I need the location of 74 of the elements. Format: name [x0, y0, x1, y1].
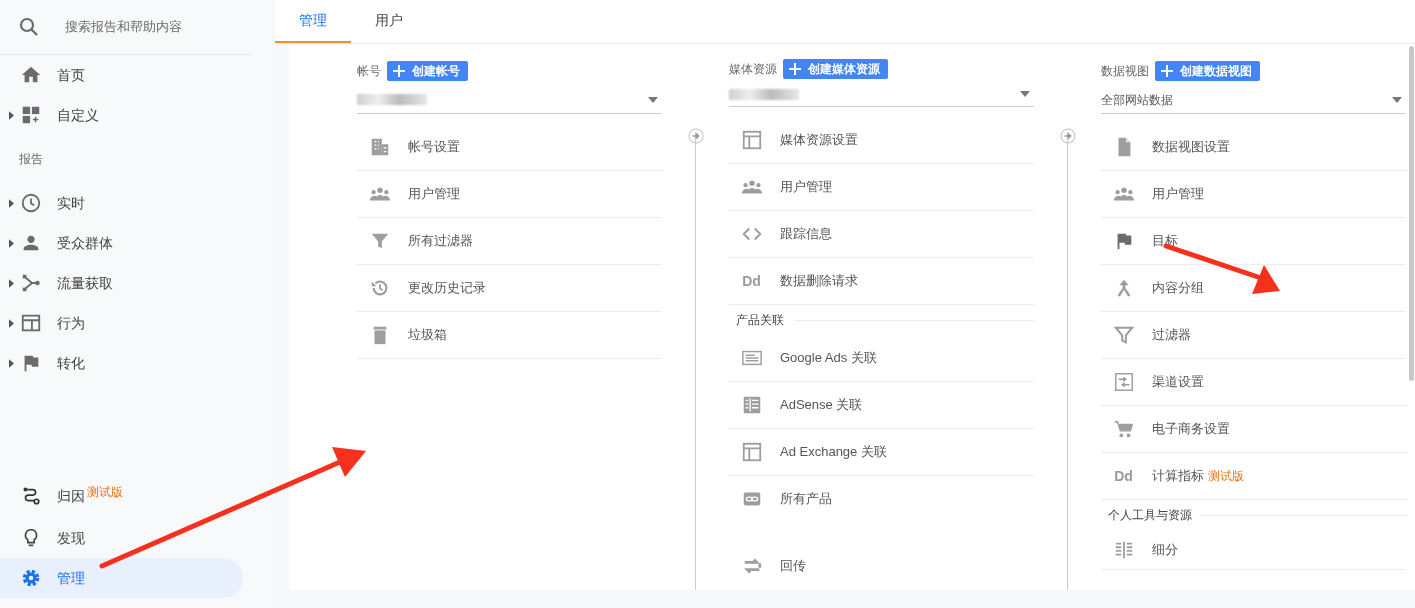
cart-icon — [1112, 418, 1135, 440]
window-icon — [20, 312, 42, 334]
settings-item[interactable]: Dd 计算指标 测试版 — [1101, 453, 1406, 500]
nav-item[interactable]: 实时 — [0, 183, 243, 223]
settings-item[interactable]: 用户管理 — [729, 164, 1034, 211]
settings-item[interactable]: 跟踪信息 — [729, 211, 1034, 258]
channel-icon — [1112, 371, 1135, 393]
arrow-circle-icon — [687, 128, 704, 144]
data-icon-text: Dd — [1114, 466, 1133, 486]
expand-arrow-icon[interactable] — [8, 238, 14, 248]
data-icon-text: Dd — [742, 271, 761, 291]
caret-icon — [1392, 96, 1402, 103]
route-icon — [20, 485, 42, 507]
expand-arrow-icon[interactable] — [8, 278, 14, 288]
search-field[interactable]: 搜索报告和帮助内容 — [63, 16, 243, 38]
settings-item[interactable]: 渠道设置 — [1101, 359, 1406, 406]
beta-label: 测试版 — [87, 484, 123, 501]
arrow-circle-icon — [1059, 128, 1076, 144]
settings-item[interactable]: 所有产品 — [729, 476, 1034, 523]
tab[interactable]: 用户 — [351, 0, 427, 43]
create-button[interactable]: 创建帐号 — [387, 61, 468, 81]
settings-item[interactable]: 垃圾箱 — [357, 312, 662, 359]
column-label: 帐号 — [357, 63, 381, 80]
redacted-value — [729, 88, 799, 100]
expand-arrow-icon[interactable] — [8, 358, 14, 368]
settings-item[interactable]: 数据视图设置 — [1101, 124, 1406, 171]
settings-item[interactable]: Ad Exchange 关联 — [729, 429, 1034, 476]
settings-item[interactable]: AdSense 关联 — [729, 382, 1034, 429]
dashboard-icon — [20, 104, 42, 126]
layout-icon — [740, 441, 763, 463]
expand-arrow-icon[interactable] — [8, 318, 14, 328]
settings-item[interactable]: 所有过滤器 — [357, 218, 662, 265]
settings-icon — [20, 567, 42, 589]
caret-icon — [648, 96, 658, 103]
branch-icon — [20, 272, 42, 294]
nav-item[interactable]: 流量获取 — [0, 263, 243, 303]
nav-item[interactable]: 行为 — [0, 303, 243, 343]
section-heading: 产品关联 — [736, 312, 784, 329]
settings-item[interactable]: 用户管理 — [357, 171, 662, 218]
expand-arrow-icon[interactable] — [8, 110, 14, 120]
nav-item[interactable]: 自定义 — [0, 95, 243, 135]
selector-dropdown[interactable]: 全部网站数据 — [1101, 86, 1406, 114]
nav-item[interactable]: 首页 — [0, 55, 243, 95]
clock-icon — [20, 192, 42, 214]
settings-item[interactable]: 更改历史记录 — [357, 265, 662, 312]
create-button[interactable]: 创建数据视图 — [1155, 61, 1260, 81]
nav-item[interactable]: 受众群体 — [0, 223, 243, 263]
plus-icon — [1161, 65, 1173, 77]
caret-icon — [1020, 91, 1030, 98]
beta-label: 测试版 — [1208, 468, 1244, 485]
settings-item[interactable]: 电子商务设置 — [1101, 406, 1406, 453]
settings-item[interactable]: 帐号设置 — [357, 124, 662, 171]
column-label: 媒体资源 — [729, 61, 777, 79]
filter-icon — [1112, 324, 1135, 346]
settings-item[interactable]: 过滤器 — [1101, 312, 1406, 359]
section-heading: 报告 — [18, 151, 44, 168]
plus-icon — [789, 63, 801, 76]
scrollbar[interactable] — [1409, 46, 1414, 381]
redacted-value — [357, 94, 427, 105]
nav-item[interactable]: 发现 — [0, 518, 243, 558]
column-label: 数据视图 — [1101, 63, 1149, 80]
section-heading: 个人工具与资源 — [1108, 507, 1192, 524]
settings-item[interactable]: 媒体资源设置 — [729, 117, 1034, 164]
nav-item[interactable]: 管理 — [0, 558, 243, 598]
settings-item[interactable]: 用户管理 — [1101, 171, 1406, 218]
nav-item[interactable]: 转化 — [0, 343, 243, 383]
layout-icon — [740, 129, 763, 151]
settings-item[interactable]: 回传 — [729, 543, 1034, 590]
settings-item[interactable]: Google Ads 关联 — [729, 335, 1034, 382]
create-button[interactable]: 创建媒体资源 — [783, 59, 888, 80]
plus-icon — [393, 65, 405, 77]
expand-arrow-icon[interactable] — [8, 198, 14, 208]
settings-item[interactable]: 细分 — [1101, 530, 1406, 570]
settings-item[interactable]: Dd 数据删除请求 — [729, 258, 1034, 305]
